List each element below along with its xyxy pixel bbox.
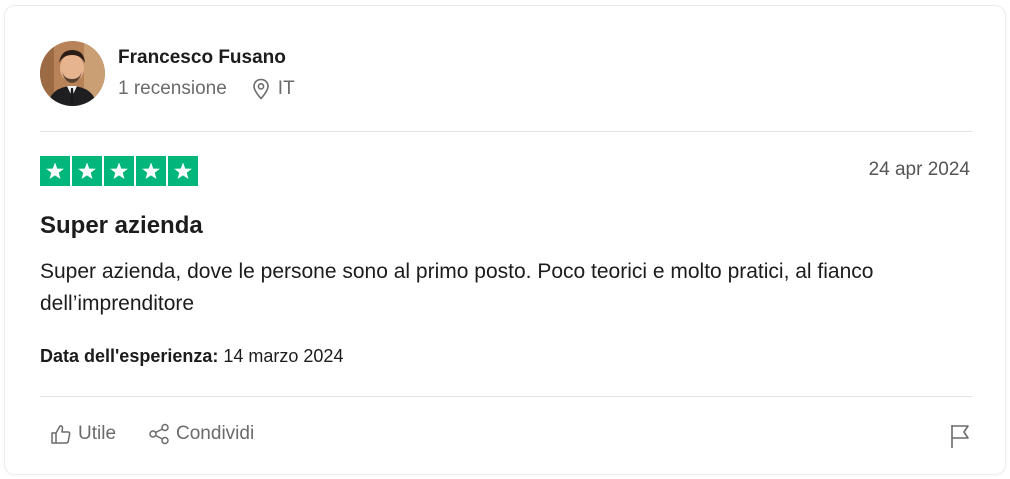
star-icon — [136, 156, 166, 186]
review-body: Super azienda, dove le persone sono al p… — [40, 260, 874, 315]
review-title[interactable]: Super azienda — [40, 212, 203, 240]
author-country: IT — [277, 78, 295, 99]
experience-date: Data dell'esperienza: 14 marzo 2024 — [40, 346, 343, 367]
share-icon — [149, 423, 169, 445]
star-icon — [72, 156, 102, 186]
divider — [40, 396, 972, 397]
star-icon — [104, 156, 134, 186]
share-label: Condividi — [176, 423, 255, 444]
star-icon — [40, 156, 70, 186]
flag-icon[interactable] — [948, 423, 972, 449]
thumbs-up-icon — [51, 425, 71, 444]
star-icon — [168, 156, 198, 186]
star-rating — [40, 156, 198, 186]
location-pin-icon — [252, 78, 269, 100]
useful-button[interactable]: Utile — [50, 423, 116, 445]
review-actions: Utile Condividi — [50, 423, 254, 445]
reviews-count[interactable]: 1 recensione — [118, 78, 227, 100]
avatar[interactable] — [40, 41, 105, 106]
useful-label: Utile — [78, 423, 117, 444]
experience-date-label: Data dell'esperienza: — [40, 346, 219, 366]
share-button[interactable]: Condividi — [148, 423, 254, 445]
review-card: Francesco Fusano 1 recensione IT 24 apr … — [5, 6, 1005, 474]
author-name[interactable]: Francesco Fusano — [118, 47, 286, 69]
divider — [40, 131, 972, 132]
author-meta: 1 recensione IT — [118, 78, 295, 100]
experience-date-value: 14 marzo 2024 — [223, 346, 344, 366]
review-date: 24 apr 2024 — [868, 159, 970, 180]
